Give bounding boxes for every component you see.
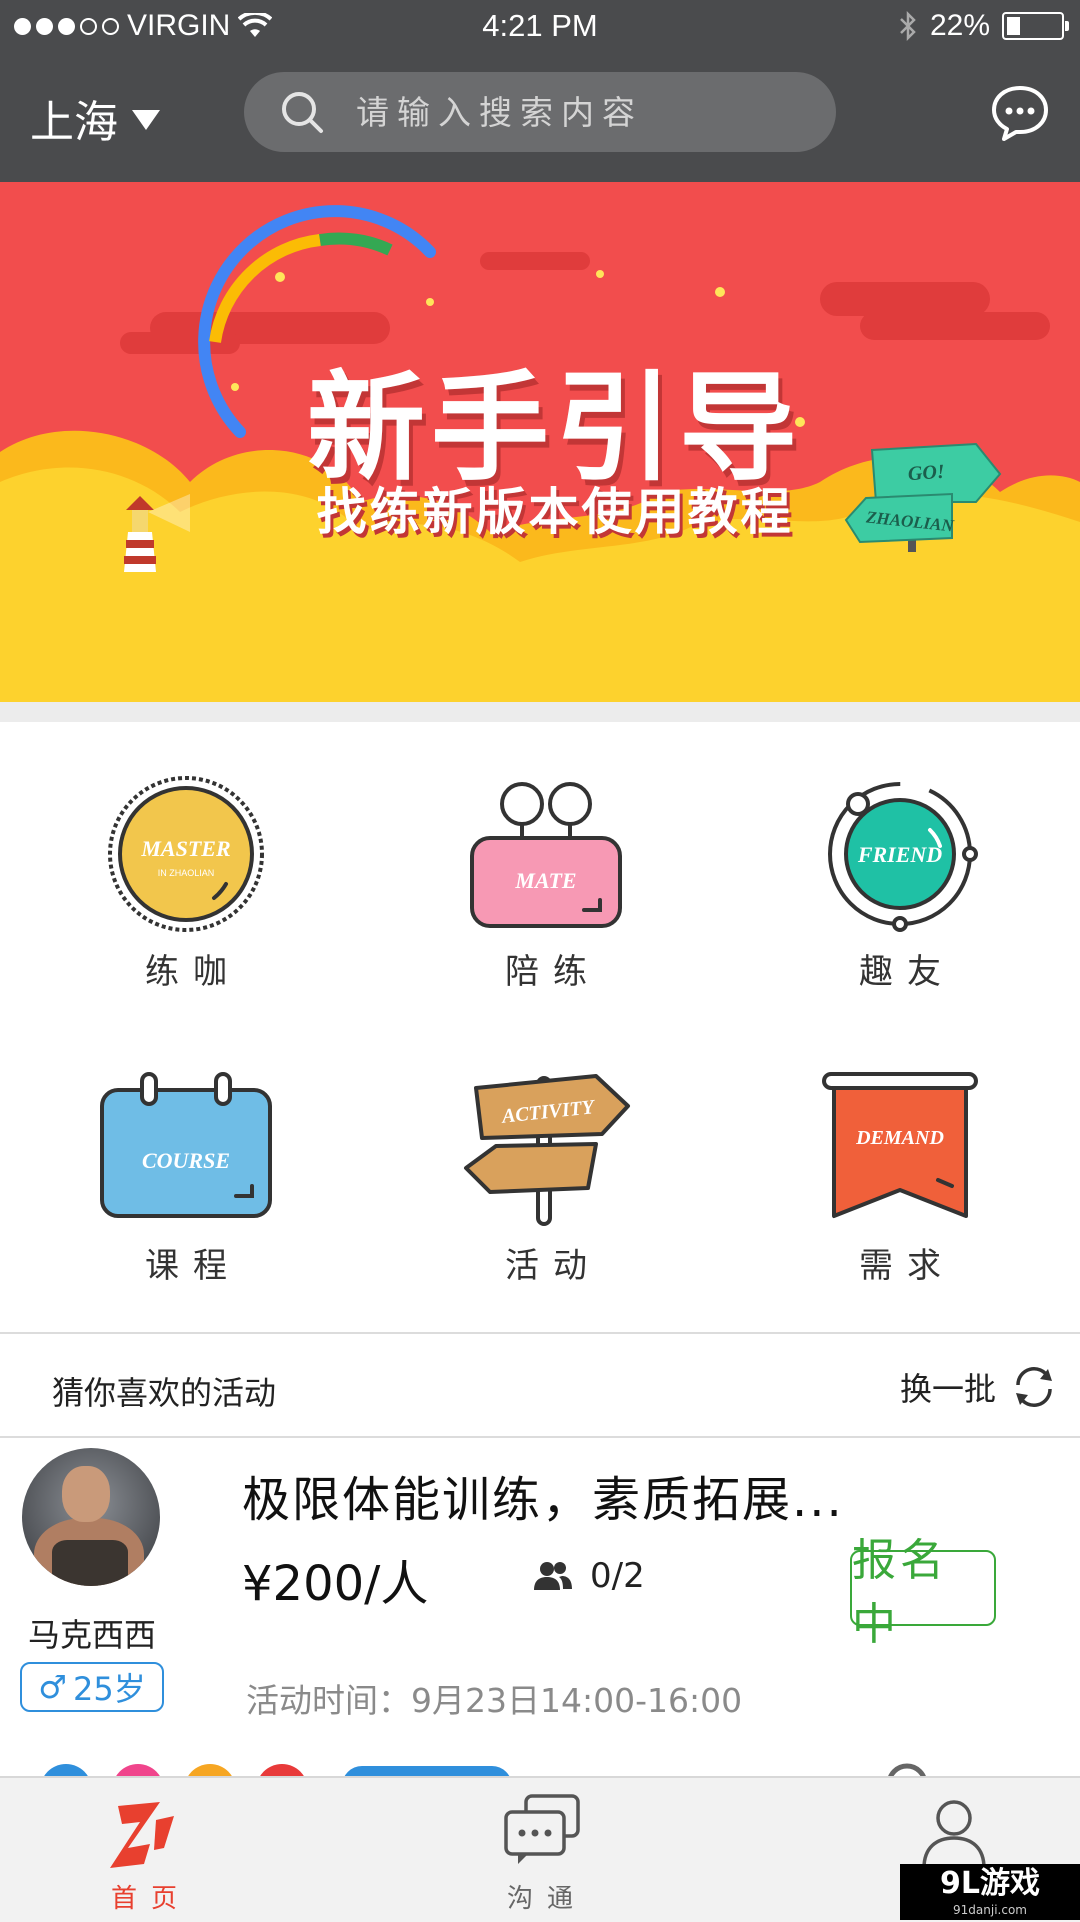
- category-label: 课程: [145, 1246, 241, 1286]
- city-label: 上海: [30, 97, 118, 148]
- chevron-down-icon: [132, 110, 160, 130]
- category-label: 活动: [505, 1246, 601, 1286]
- master-badge-icon: MASTER IN ZHAOLIAN: [108, 776, 264, 932]
- category-mate[interactable]: MATE 陪练: [366, 774, 726, 993]
- battery-percent: 22%: [929, 9, 990, 42]
- demand-badge-text: DEMAND: [855, 1127, 944, 1149]
- activity-title: 极限体能训练，素质拓展...: [242, 1472, 844, 1528]
- gender-age-badge: ♂ 25岁: [20, 1662, 164, 1712]
- sign-top-text: GO!: [907, 460, 946, 486]
- refresh-icon: [1016, 1367, 1052, 1407]
- search-input[interactable]: [354, 91, 778, 133]
- top-nav: 上海: [0, 52, 1080, 182]
- category-label: 陪练: [505, 952, 601, 992]
- course-badge-text: COURSE: [142, 1148, 230, 1173]
- guide-banner[interactable]: 新手引导 找练新版本使用教程 GO! ZHAOLIAN: [0, 182, 1080, 702]
- refresh-button[interactable]: 换一批: [900, 1364, 1058, 1410]
- mate-badge-text: MATE: [514, 868, 576, 893]
- category-course[interactable]: COURSE 课程: [6, 1068, 366, 1287]
- message-bubble-icon: [992, 86, 1048, 141]
- status-right: 22%: [898, 9, 1069, 43]
- status-bar: VIRGIN 4:21 PM 22%: [0, 0, 1080, 52]
- mate-icon: MATE: [470, 782, 622, 928]
- battery-icon: [1002, 12, 1069, 40]
- category-master[interactable]: MASTER IN ZHAOLIAN 练咖: [6, 774, 366, 993]
- age-label: 25岁: [72, 1670, 146, 1708]
- avatar[interactable]: [22, 1448, 160, 1586]
- male-icon: ♂: [38, 1668, 67, 1706]
- category-activity[interactable]: ACTIVITY 活动: [366, 1068, 726, 1287]
- chat-icon: [504, 1794, 580, 1864]
- people-icon: [534, 1562, 572, 1590]
- tab-home[interactable]: 首页: [24, 1778, 264, 1922]
- activity-card[interactable]: 马克西西 ♂ 25岁 极限体能训练，素质拓展... ¥200/人 0/2 报名中…: [0, 1438, 1080, 1778]
- category-friend[interactable]: FRIEND 趣友: [720, 774, 1080, 993]
- tab-label: 首页: [110, 1884, 191, 1914]
- user-name: 马克西西: [27, 1616, 156, 1654]
- category-demand[interactable]: DEMAND 需求: [720, 1068, 1080, 1287]
- activity-price: ¥200/人: [242, 1556, 429, 1612]
- participants: 0/2: [532, 1556, 645, 1596]
- participant-count: 0/2: [590, 1556, 645, 1596]
- category-grid: MASTER IN ZHAOLIAN 练咖 MATE 陪练 FRIEND 趣友 …: [0, 722, 1080, 1334]
- master-badge-sub: IN ZHAOLIAN: [158, 868, 215, 878]
- enroll-status-button[interactable]: 报名中: [850, 1535, 996, 1650]
- master-badge-text: MASTER: [140, 836, 230, 861]
- city-selector[interactable]: 上海: [30, 86, 160, 150]
- friend-planet-icon: FRIEND: [828, 782, 978, 932]
- search-bar[interactable]: [244, 72, 836, 152]
- tab-label: 沟通: [506, 1884, 587, 1914]
- category-label: 练咖: [145, 952, 241, 992]
- activity-signpost-icon: ACTIVITY: [464, 1074, 630, 1226]
- bluetooth-icon: [900, 10, 916, 42]
- recommend-title: 猜你喜欢的活动: [52, 1374, 277, 1412]
- demand-banner-icon: DEMAND: [822, 1072, 978, 1218]
- section-divider: [0, 702, 1080, 723]
- course-calendar-icon: COURSE: [100, 1072, 272, 1218]
- activity-time-label: 活动时间：: [246, 1681, 411, 1720]
- recommend-header: 猜你喜欢的活动 换一批: [0, 1334, 1080, 1438]
- tab-chat[interactable]: 沟通: [420, 1778, 660, 1922]
- home-logo-icon: [110, 1802, 174, 1868]
- category-label: 需求: [859, 1246, 955, 1286]
- watermark-logo: 9L游戏 91danji.com: [900, 1864, 1080, 1920]
- search-icon: [282, 92, 323, 133]
- activity-time: 活动时间：9月23日14:00-16:00: [246, 1674, 742, 1722]
- profile-icon: [922, 1800, 986, 1869]
- message-button[interactable]: [990, 84, 1050, 146]
- friend-badge-text: FRIEND: [857, 842, 942, 867]
- category-label: 趣友: [859, 952, 955, 992]
- activity-time-value: 9月23日14:00-16:00: [411, 1681, 743, 1720]
- refresh-label: 换一批: [899, 1370, 996, 1408]
